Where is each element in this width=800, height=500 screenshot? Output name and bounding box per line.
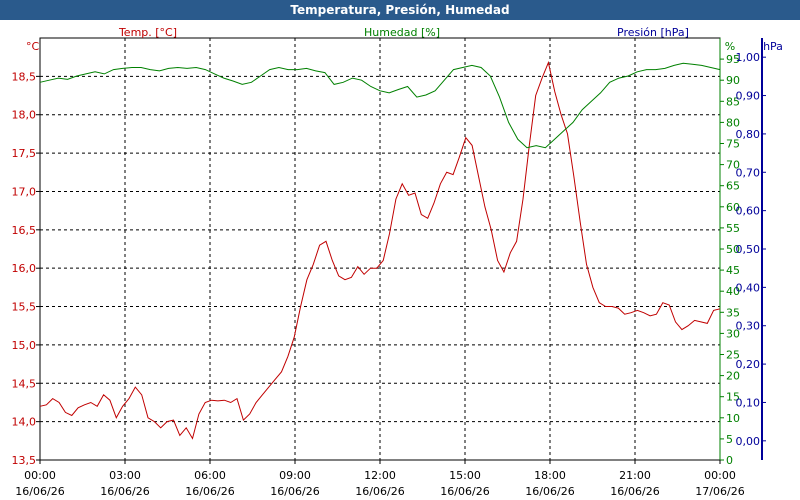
pressure-tick-label: 0,50 [736,243,761,256]
pressure-tick-label: 0,90 [736,90,761,103]
time-tick-time: 06:00 [194,469,226,482]
temp-tick-label: 16,0 [12,262,37,275]
humidity-tick-label: 65 [726,180,740,193]
pressure-tick-label: 0,70 [736,166,761,179]
humidity-unit-label: % [725,40,735,53]
time-tick-time: 00:00 [24,469,56,482]
time-tick-date: 16/06/26 [525,485,574,498]
humidity-tick-label: 55 [726,222,740,235]
humidity-tick-label: 0 [726,454,733,467]
time-tick-time: 12:00 [364,469,396,482]
temp-tick-label: 15,0 [12,339,37,352]
temp-tick-label: 18,0 [12,109,37,122]
time-tick-date: 16/06/26 [270,485,319,498]
pressure-tick-label: 0,20 [736,358,761,371]
humidity-tick-label: 35 [726,306,740,319]
axis-labels: °C Temp. [°C] Humedad [%] Presión [hPa]% hPa [26,26,783,53]
humidity-tick-label: 90 [726,74,740,87]
humidity-tick-label: 10 [726,412,740,425]
humidity-tick-label: 5 [726,433,733,446]
temp-axis-ticks: 13,5 14,0 14,5 15,0 15,5 16,0 16,5 17,0 17,5 18,0… [12,70,40,467]
pressure-tick-label: 0,10 [736,396,761,409]
pressure-axis-title: Presión [hPa] [617,26,689,39]
time-tick-date: 17/06/26 [695,485,744,498]
time-tick-time: 00:00 [704,469,736,482]
grid [39,37,763,461]
humidity-tick-label: 20 [726,370,740,383]
time-tick-date: 16/06/26 [610,485,659,498]
temp-tick-label: 17,5 [12,147,37,160]
temp-tick-label: 13,5 [12,454,37,467]
temp-tick-label: 15,5 [12,301,37,314]
time-tick-time: 21:00 [619,469,651,482]
pressure-tick-label: 0,80 [736,128,761,141]
temp-tick-label: 17,0 [12,185,37,198]
time-tick-time: 03:00 [109,469,141,482]
temp-axis-title: Temp. [°C] [118,26,177,39]
temp-tick-label: 14,5 [12,377,37,390]
temp-tick-label: 18,5 [12,70,37,83]
time-tick-date: 16/06/26 [100,485,149,498]
pressure-tick-label: 0,60 [736,205,761,218]
time-tick-time: 18:00 [534,469,566,482]
humidity-axis-title: Humedad [%] [364,26,440,39]
time-tick-time: 09:00 [279,469,311,482]
time-tick-date: 16/06/26 [440,485,489,498]
pressure-unit-label: hPa [763,40,783,53]
humidity-tick-label: 45 [726,264,740,277]
temp-tick-label: 16,5 [12,224,37,237]
pressure-tick-label: 0,30 [736,320,761,333]
pressure-tick-label: 0,00 [736,435,761,448]
chart: 13,5 14,0 14,5 15,0 15,5 16,0 16,5 17,0 17,5 18,0… [12,26,783,498]
time-tick-date: 16/06/26 [355,485,404,498]
pressure-tick-label: 0,40 [736,281,761,294]
temp-tick-label: 14,0 [12,416,37,429]
temp-unit-label: °C [26,40,40,53]
time-tick-date: 16/06/26 [15,485,64,498]
time-axis-ticks: 00:00 16/06/26 03:00 16/06/26 06:00 16/06/26 0… [15,460,745,498]
time-tick-time: 15:00 [449,469,481,482]
pressure-tick-label: 1,00 [736,51,761,64]
time-tick-date: 16/06/26 [185,485,234,498]
